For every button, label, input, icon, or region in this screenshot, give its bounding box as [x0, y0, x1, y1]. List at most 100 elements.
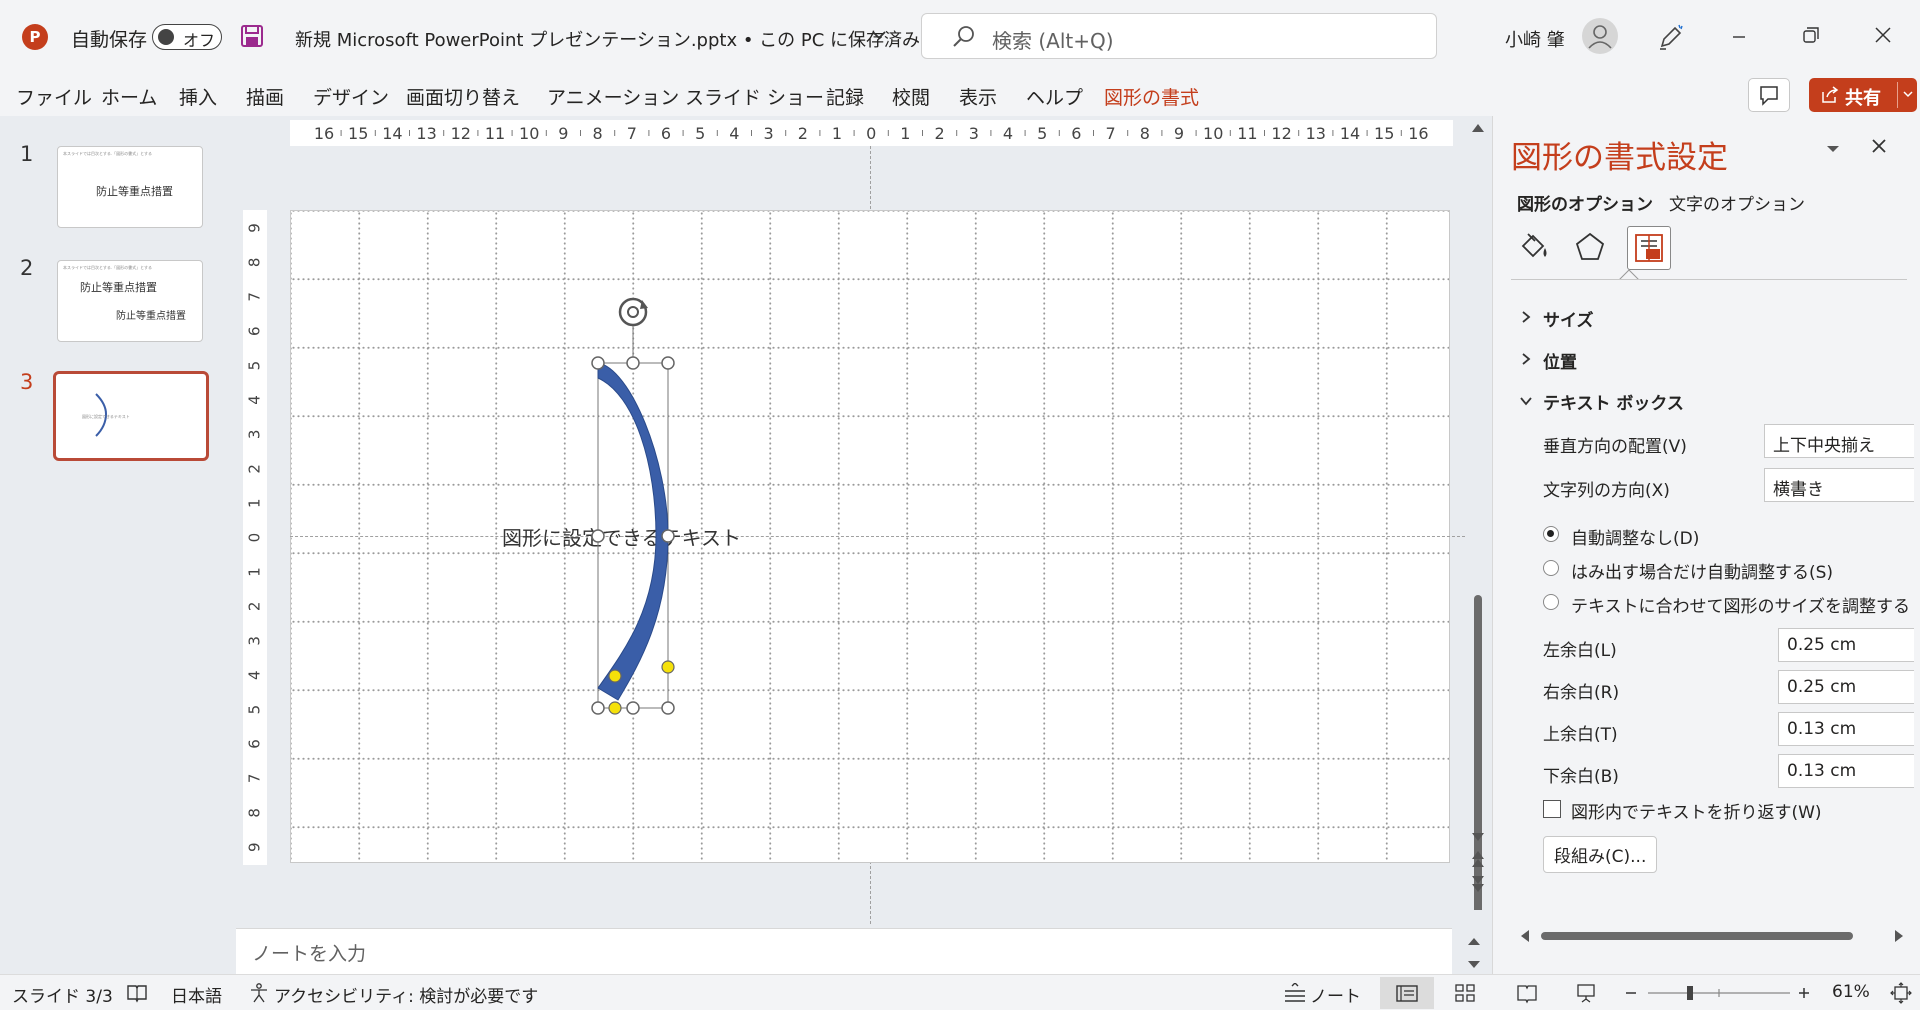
- ruler-tick-label: 8: [593, 124, 603, 143]
- notes-icon[interactable]: [1282, 983, 1308, 1005]
- ruler-tick-label: 1: [832, 124, 842, 143]
- fit-to-window-icon[interactable]: [1890, 982, 1912, 1004]
- ruler-tick-label: 1: [246, 567, 264, 577]
- ribbon-tabs: ファイル ホーム 挿入 描画 デザイン 画面切り替え アニメーション スライド …: [0, 74, 1920, 116]
- language-indicator[interactable]: 日本語: [171, 982, 222, 1007]
- margin-top-input[interactable]: 0.13 cm: [1778, 712, 1914, 746]
- columns-button[interactable]: 段組み(C)...: [1543, 836, 1658, 873]
- valign-dropdown[interactable]: 上下中央揃え: [1764, 424, 1914, 458]
- tab-file[interactable]: ファイル: [16, 83, 92, 110]
- pen-icon[interactable]: [1656, 22, 1686, 52]
- effects-icon[interactable]: [1573, 230, 1607, 264]
- margin-bottom-input[interactable]: 0.13 cm: [1778, 754, 1914, 788]
- chevron-right-icon[interactable]: [1521, 310, 1531, 324]
- ruler-tick-label: 0: [866, 124, 876, 143]
- margin-right-input[interactable]: 0.25 cm: [1778, 670, 1914, 704]
- rotate-handle-icon: [618, 297, 648, 327]
- autosave-toggle[interactable]: オフ: [152, 24, 222, 50]
- slide-thumbnail-1[interactable]: 本スライドでは目次とする.「図形の書式」とする 防止等重点措置: [57, 146, 203, 228]
- document-title[interactable]: 新規 Microsoft PowerPoint プレゼンテーション.pptx •…: [295, 26, 920, 52]
- thumbnail-number: 1: [20, 142, 34, 166]
- tab-help[interactable]: ヘルプ: [1026, 83, 1083, 110]
- reading-view-icon[interactable]: [1516, 982, 1538, 1004]
- section-position[interactable]: 位置: [1543, 348, 1577, 373]
- tab-transitions[interactable]: 画面切り替え: [406, 83, 520, 110]
- chevron-down-icon[interactable]: [1519, 396, 1533, 406]
- ruler-tick-label: 11: [1237, 124, 1257, 143]
- thumbnail-header: 本スライドでは目次とする.「図形の書式」とする: [63, 265, 153, 270]
- share-button[interactable]: 共有: [1809, 78, 1917, 112]
- tab-animations[interactable]: アニメーション: [547, 83, 679, 110]
- fill-line-icon[interactable]: [1517, 230, 1551, 264]
- ruler-tick-label: 3: [246, 636, 264, 646]
- section-textbox[interactable]: テキスト ボックス: [1543, 389, 1684, 414]
- chevron-down-icon[interactable]: [1903, 90, 1913, 98]
- ruler-tick-label: 9: [1174, 124, 1184, 143]
- zoom-slider[interactable]: [1624, 983, 1814, 1003]
- ruler-tick-label: 10: [1203, 124, 1223, 143]
- slide-sorter-icon[interactable]: [1454, 982, 1476, 1004]
- accessibility-status[interactable]: アクセシビリティ: 検討が必要です: [274, 982, 538, 1007]
- avatar[interactable]: [1582, 18, 1618, 54]
- radio-no-autofit-label[interactable]: 自動調整なし(D): [1571, 524, 1699, 549]
- notes-pane[interactable]: ノートを入力: [236, 928, 1480, 974]
- pane-horizontal-scrollbar[interactable]: [1517, 928, 1907, 944]
- normal-view-button[interactable]: [1380, 977, 1434, 1009]
- radio-shrink-label[interactable]: はみ出す場合だけ自動調整する(S): [1571, 558, 1833, 583]
- chevron-down-icon[interactable]: [1825, 144, 1841, 154]
- ruler-tick-label: 5: [1037, 124, 1047, 143]
- ruler-tick-label: 12: [451, 124, 471, 143]
- arc-shape[interactable]: [580, 290, 690, 720]
- restore-icon[interactable]: [1802, 26, 1820, 44]
- tab-shape-format[interactable]: 図形の書式: [1104, 83, 1199, 110]
- slide-thumbnail-pane: [0, 116, 226, 974]
- spellcheck-icon[interactable]: [126, 983, 148, 1003]
- powerpoint-app-icon[interactable]: P: [22, 24, 48, 50]
- ruler-tick-label: 2: [246, 602, 264, 612]
- accessibility-icon[interactable]: [248, 982, 270, 1004]
- tab-slideshow[interactable]: スライド ショー: [685, 83, 824, 110]
- slide-thumbnail-3[interactable]: 図形に設定できるテキスト: [53, 371, 209, 461]
- radio-resize-shape[interactable]: [1543, 594, 1559, 610]
- ruler-tick-label: 8: [246, 258, 264, 268]
- slideshow-icon[interactable]: [1575, 982, 1597, 1004]
- ruler-tick-label: 13: [1306, 124, 1326, 143]
- search-placeholder: 検索 (Alt+Q): [992, 29, 1114, 53]
- wrap-text-checkbox[interactable]: [1543, 800, 1561, 818]
- tab-shape-options[interactable]: 図形のオプション: [1517, 190, 1653, 215]
- save-icon[interactable]: [240, 24, 264, 48]
- close-icon[interactable]: [1874, 26, 1892, 44]
- ruler-tick-label: 4: [246, 670, 264, 680]
- radio-shrink-on-overflow[interactable]: [1543, 560, 1559, 576]
- tab-text-options[interactable]: 文字のオプション: [1669, 190, 1805, 215]
- close-icon[interactable]: [1871, 138, 1887, 154]
- tab-insert[interactable]: 挿入: [179, 83, 217, 110]
- notes-placeholder: ノートを入力: [252, 943, 367, 965]
- tab-record[interactable]: 記録: [826, 83, 864, 110]
- search-box[interactable]: 検索 (Alt+Q): [921, 13, 1437, 59]
- comments-button[interactable]: [1748, 78, 1790, 112]
- horizontal-guide[interactable]: [290, 536, 1465, 537]
- size-properties-icon[interactable]: [1627, 226, 1671, 270]
- canvas-scrollbar[interactable]: [1470, 120, 1486, 910]
- minimize-icon[interactable]: [1730, 28, 1748, 46]
- direction-label: 文字列の方向(X): [1543, 481, 1670, 501]
- notes-button[interactable]: ノート: [1310, 982, 1361, 1007]
- slide-thumbnail-2[interactable]: 本スライドでは目次とする.「図形の書式」とする 防止等重点措置 防止等重点措置: [57, 260, 203, 342]
- direction-dropdown[interactable]: 横書き: [1764, 468, 1914, 502]
- wrap-text-label[interactable]: 図形内でテキストを折り返す(W): [1571, 798, 1822, 823]
- tab-review[interactable]: 校閲: [892, 83, 930, 110]
- tab-home[interactable]: ホーム: [101, 83, 157, 110]
- zoom-level[interactable]: 61%: [1832, 982, 1870, 1002]
- chevron-down-icon[interactable]: [872, 30, 886, 40]
- tab-view[interactable]: 表示: [959, 83, 997, 110]
- autosave-state: オフ: [183, 31, 216, 50]
- chevron-right-icon[interactable]: [1521, 352, 1531, 366]
- radio-resize-label[interactable]: テキストに合わせて図形のサイズを調整する: [1571, 592, 1910, 617]
- format-shape-pane: 図形の書式設定 図形のオプション 文字のオプション サイズ 位置 テキスト ボッ…: [1492, 116, 1920, 974]
- margin-left-input[interactable]: 0.25 cm: [1778, 628, 1914, 662]
- section-size[interactable]: サイズ: [1543, 306, 1594, 331]
- tab-draw[interactable]: 描画: [246, 83, 284, 110]
- radio-no-autofit[interactable]: [1543, 526, 1559, 542]
- tab-design[interactable]: デザイン: [313, 83, 389, 110]
